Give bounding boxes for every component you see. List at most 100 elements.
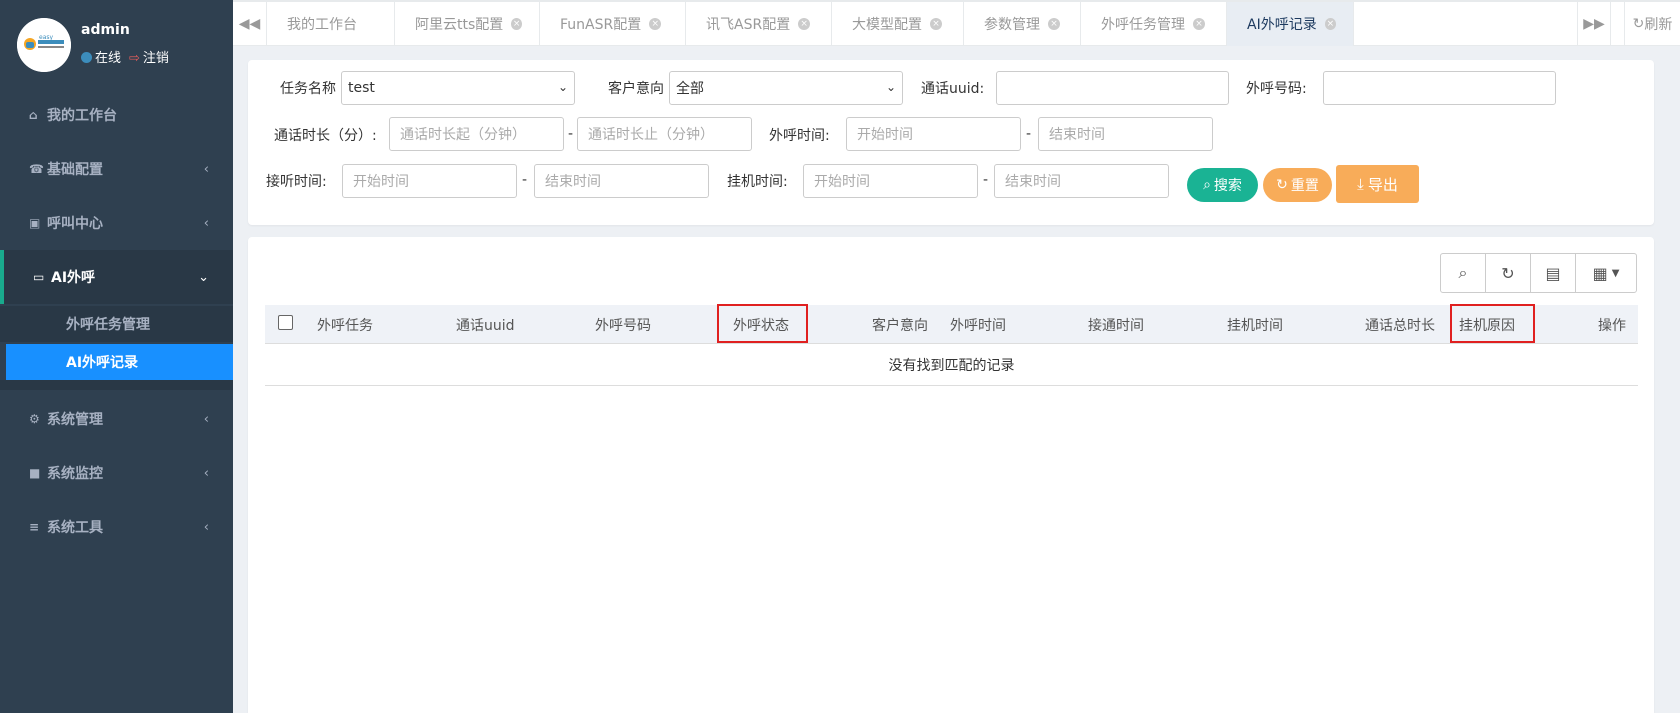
range-dash: - bbox=[1026, 126, 1032, 142]
sidebar-subitem-label: 外呼任务管理 bbox=[66, 317, 150, 333]
chevron-left-icon: ‹ bbox=[203, 161, 209, 177]
user-panel: easy admin 在线 ⇨ 注销 bbox=[0, 0, 233, 90]
contact-card-icon: ▣ bbox=[29, 216, 41, 230]
bars-icon: ≡ bbox=[29, 520, 40, 534]
uuid-input[interactable] bbox=[996, 71, 1229, 105]
chevron-left-icon: ‹ bbox=[203, 519, 209, 535]
avatar[interactable]: easy bbox=[17, 18, 71, 72]
sidebar-item-system-mgmt[interactable]: ⚙ 系统管理 ‹ bbox=[0, 392, 233, 446]
column-header-hangup-time[interactable]: 挂机时间 bbox=[1227, 305, 1283, 344]
tab-aliyun-tts[interactable]: 阿里云tts配置 × bbox=[395, 2, 540, 46]
tab-scroll-left-button[interactable]: ◀◀ bbox=[233, 2, 267, 46]
download-icon: ⤓ bbox=[1357, 175, 1364, 193]
toolbar-search-button[interactable]: ⌕ bbox=[1440, 253, 1486, 293]
tab-params[interactable]: 参数管理 × bbox=[964, 2, 1081, 46]
sidebar: easy admin 在线 ⇨ 注销 ⌂ 我的工作台 ☎ 基础配置 ‹ ▣ 呼叫中心 ‹ ▭ A… bbox=[0, 0, 233, 713]
select-all-checkbox[interactable] bbox=[278, 315, 293, 330]
close-icon[interactable]: × bbox=[511, 18, 522, 30]
close-icon[interactable]: × bbox=[798, 18, 811, 30]
tab-ai-call-records[interactable]: AI外呼记录 × bbox=[1227, 2, 1354, 46]
toolbar-toggle-view-button[interactable]: ▤ bbox=[1530, 253, 1576, 293]
answer-time-start-input[interactable]: 开始时间 bbox=[342, 164, 517, 198]
backward-icon: ◀◀ bbox=[238, 16, 261, 32]
search-button[interactable]: ⌕ 搜索 bbox=[1187, 168, 1258, 202]
phone-input[interactable] bbox=[1323, 71, 1556, 105]
tab-label: FunASR配置 bbox=[560, 17, 642, 33]
range-dash: - bbox=[983, 172, 989, 188]
call-time-label: 外呼时间: bbox=[769, 128, 830, 144]
answer-time-label: 接听时间: bbox=[266, 174, 327, 190]
refresh-icon: ↻ bbox=[1501, 263, 1515, 283]
intent-select[interactable]: 全部 ⌄ bbox=[669, 71, 903, 105]
sidebar-item-system-tools[interactable]: ≡ 系统工具 ‹ bbox=[0, 500, 233, 554]
tab-label: 我的工作台 bbox=[287, 17, 357, 33]
tab-xunfei-asr[interactable]: 讯飞ASR配置 × bbox=[686, 2, 832, 46]
sidebar-subitem-outbound-tasks[interactable]: 外呼任务管理 bbox=[0, 306, 233, 342]
sidebar-item-system-monitor[interactable]: ■ 系统监控 ‹ bbox=[0, 446, 233, 500]
online-status: 在线 bbox=[95, 51, 122, 66]
column-header-task[interactable]: 外呼任务 bbox=[317, 305, 373, 344]
close-icon[interactable]: × bbox=[930, 18, 942, 30]
column-header-intent[interactable]: 客户意向 bbox=[872, 305, 928, 344]
refresh-icon: ↻ bbox=[1276, 177, 1288, 193]
column-header-uuid[interactable]: 通话uuid bbox=[456, 305, 515, 344]
column-header-total-duration[interactable]: 通话总时长 bbox=[1365, 305, 1435, 344]
chevron-down-icon: ⌄ bbox=[557, 80, 568, 94]
phone-icon: ☎ bbox=[29, 162, 44, 176]
toolbar-refresh-button[interactable]: ↻ bbox=[1485, 253, 1531, 293]
highlight-box-hangup-reason bbox=[1450, 304, 1535, 343]
refresh-button[interactable]: ↻ 刷新 bbox=[1624, 2, 1680, 46]
answer-time-end-input[interactable]: 结束时间 bbox=[534, 164, 709, 198]
chevron-left-icon: ‹ bbox=[203, 411, 209, 427]
monitor-icon: ▭ bbox=[33, 270, 45, 284]
svg-text:easy: easy bbox=[39, 34, 53, 41]
hangup-time-end-input[interactable]: 结束时间 bbox=[994, 164, 1169, 198]
column-header-phone[interactable]: 外呼号码 bbox=[595, 305, 651, 344]
duration-from-input[interactable]: 通话时长起（分钟） bbox=[389, 117, 564, 151]
tab-outbound-tasks[interactable]: 外呼任务管理 × bbox=[1081, 2, 1227, 46]
hangup-time-label: 挂机时间: bbox=[727, 174, 788, 190]
tab-llm-config[interactable]: 大模型配置 × bbox=[832, 2, 964, 46]
sidebar-item-label: 系统工具 bbox=[47, 520, 103, 536]
logout-link[interactable]: 注销 bbox=[143, 51, 169, 66]
column-header-connect-time[interactable]: 接通时间 bbox=[1088, 305, 1144, 344]
caret-down-icon: ▼ bbox=[1611, 267, 1620, 279]
column-header-call-time[interactable]: 外呼时间 bbox=[950, 305, 1006, 344]
refresh-label: 刷新 bbox=[1644, 17, 1673, 33]
sidebar-item-call-center[interactable]: ▣ 呼叫中心 ‹ bbox=[0, 196, 233, 250]
tab-workbench[interactable]: 我的工作台 bbox=[267, 2, 395, 46]
sidebar-item-label: 基础配置 bbox=[47, 162, 103, 178]
tab-label: 阿里云tts配置 bbox=[415, 17, 504, 33]
tab-label: 讯飞ASR配置 bbox=[706, 17, 791, 33]
table-header: 外呼任务 通话uuid 外呼号码 外呼状态 客户意向 外呼时间 接通时间 挂机时… bbox=[265, 304, 1638, 344]
sidebar-item-basic-config[interactable]: ☎ 基础配置 ‹ bbox=[0, 142, 233, 196]
sidebar-item-workbench[interactable]: ⌂ 我的工作台 bbox=[0, 88, 233, 142]
refresh-icon: ↻ bbox=[1632, 16, 1645, 32]
export-button[interactable]: ⤓ 导出 bbox=[1336, 165, 1419, 203]
close-icon[interactable]: × bbox=[1048, 18, 1060, 30]
forward-icon: ▶▶ bbox=[1583, 16, 1605, 32]
chevron-down-icon: ⌄ bbox=[198, 269, 209, 285]
reset-button[interactable]: ↻ 重置 bbox=[1263, 168, 1332, 202]
logout-icon[interactable]: ⇨ bbox=[129, 51, 140, 66]
toolbar-columns-button[interactable]: ▦ ▼ bbox=[1575, 253, 1637, 293]
tab-scroll-right-button[interactable]: ▶▶ bbox=[1577, 2, 1611, 46]
close-icon[interactable]: × bbox=[1324, 18, 1336, 30]
call-time-end-input[interactable]: 结束时间 bbox=[1038, 117, 1213, 151]
chevron-left-icon: ‹ bbox=[203, 215, 209, 231]
task-name-select[interactable]: test ⌄ bbox=[341, 71, 575, 105]
sidebar-subitem-ai-call-records[interactable]: AI外呼记录 bbox=[6, 344, 233, 380]
close-icon[interactable]: × bbox=[649, 18, 662, 30]
sidebar-item-label: AI外呼 bbox=[51, 270, 96, 286]
tab-label: 参数管理 bbox=[984, 17, 1040, 33]
tab-funasr[interactable]: FunASR配置 × bbox=[540, 2, 686, 46]
sidebar-submenu-bottom bbox=[0, 380, 233, 390]
empty-table-message: 没有找到匹配的记录 bbox=[265, 344, 1638, 386]
duration-to-input[interactable]: 通话时长止（分钟） bbox=[577, 117, 752, 151]
call-time-start-input[interactable]: 开始时间 bbox=[846, 117, 1021, 151]
sidebar-item-ai-outbound[interactable]: ▭ AI外呼 ⌄ bbox=[0, 250, 233, 304]
hangup-time-start-input[interactable]: 开始时间 bbox=[803, 164, 978, 198]
gear-icon: ⚙ bbox=[29, 412, 40, 426]
home-icon: ⌂ bbox=[29, 108, 38, 122]
close-icon[interactable]: × bbox=[1193, 18, 1205, 30]
